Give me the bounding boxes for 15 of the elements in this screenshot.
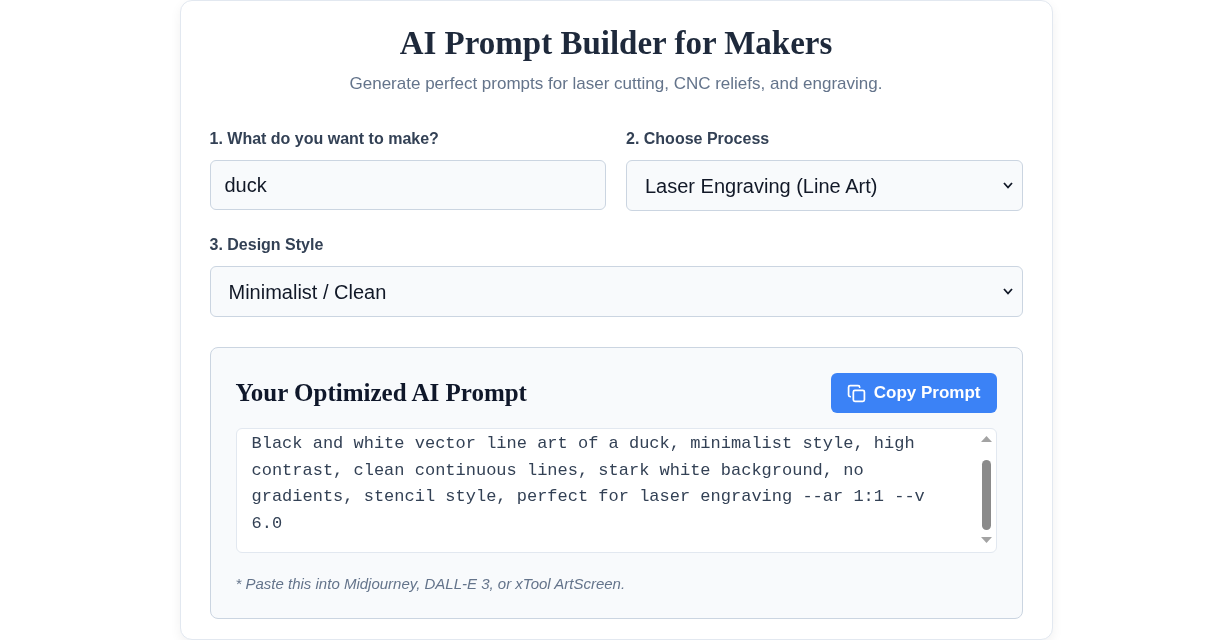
output-title: Your Optimized AI Prompt [235,378,527,408]
chevron-down-icon [1002,182,1013,189]
dropdown-select[interactable]: Laser Engraving (Line Art) [626,160,1023,211]
page-subtitle: Generate perfect prompts for laser cutting, CNC reliefs, and engraving. [348,73,884,95]
field-label: 2. Choose Process [626,129,770,149]
copy-prompt-button[interactable]: Copy Prompt [830,373,997,413]
dropdown-select[interactable]: Minimalist / Clean [209,266,1023,317]
prompt-output-field[interactable]: Black and white vector line art of a duck, minimalist style, high contrast, clean continuous lines, stark white background, no gradients, stencil style, perfect for laser engraving --ar 1:1 --v 6.0 [235,428,997,553]
copy-icon [846,383,866,403]
field-label: 1. What do you want to make? [209,129,439,149]
usage-note: * Paste this into Midjourney, DALL-E 3, or xTool ArtScreen. [235,574,627,594]
page-title: AI Prompt Builder for Makers [398,24,834,63]
chevron-down-icon [1002,288,1013,295]
field-label: 3. Design Style [209,235,324,255]
text-input-field[interactable]: duck [209,160,606,210]
